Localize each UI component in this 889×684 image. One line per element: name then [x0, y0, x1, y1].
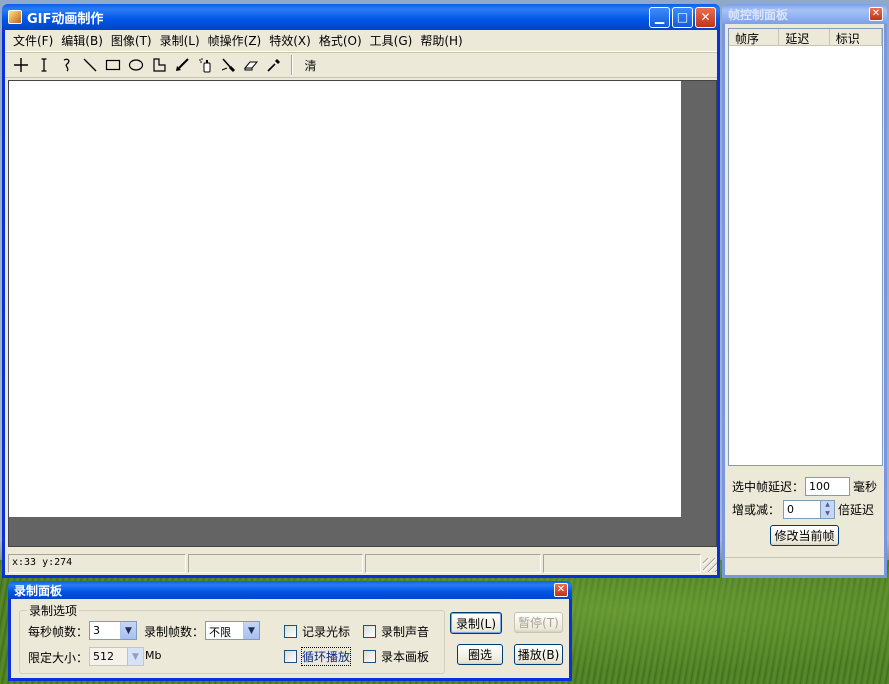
- rectangle-icon[interactable]: [101, 54, 124, 76]
- spin-down-icon[interactable]: ▼: [821, 510, 834, 519]
- delay-label: 选中帧延迟：: [732, 480, 805, 494]
- menu-frame-ops[interactable]: 帧操作(Z): [204, 32, 266, 49]
- column-frame-order[interactable]: 帧序: [729, 29, 780, 46]
- record-options-group: 录制选项 每秒帧数： 3 ▼ 录制帧数： 不限 ▼ 限定大小： 512 ▼ Mb…: [19, 602, 445, 674]
- checkbox-box[interactable]: [284, 650, 297, 663]
- main-titlebar[interactable]: GIF动画制作 ▁ □ ✕: [2, 4, 720, 30]
- text-cursor-icon[interactable]: [32, 54, 55, 76]
- size-limit-label: 限定大小：: [28, 651, 89, 665]
- adjust-row: 增或减： 0 ▲ ▼ 倍延迟: [732, 500, 874, 519]
- pencil-icon[interactable]: [170, 54, 193, 76]
- modify-current-frame-button[interactable]: 修改当前帧: [770, 525, 839, 546]
- adjust-unit: 倍延迟: [838, 503, 875, 517]
- record-this-canvas-checkbox[interactable]: 录本画板: [363, 648, 429, 665]
- frame-panel-title: 帧控制面板: [728, 7, 789, 22]
- column-delay[interactable]: 延迟: [779, 29, 830, 46]
- frame-count-label: 录制帧数：: [144, 625, 205, 639]
- eraser-brush-icon[interactable]: [216, 54, 239, 76]
- delay-row: 选中帧延迟： 100 毫秒: [732, 477, 877, 496]
- adjust-spinner[interactable]: ▲ ▼: [821, 500, 836, 519]
- spin-up-icon[interactable]: ▲: [821, 501, 834, 510]
- size-limit-select[interactable]: 512 ▼: [89, 647, 144, 666]
- size-limit-unit: Mb: [145, 649, 162, 662]
- frame-panel-titlebar[interactable]: 帧控制面板 ✕: [722, 4, 887, 24]
- crosshair-icon[interactable]: [9, 54, 32, 76]
- checkbox-box[interactable]: [363, 625, 376, 638]
- drawing-canvas[interactable]: [9, 81, 681, 517]
- record-options-label: 录制选项: [27, 602, 80, 619]
- pause-button[interactable]: 暂停(T): [514, 612, 563, 633]
- menu-tools[interactable]: 工具(G): [366, 32, 417, 49]
- checkbox-box[interactable]: [284, 625, 297, 638]
- adjust-label: 增或减：: [732, 503, 781, 517]
- menu-effects[interactable]: 特效(X): [265, 32, 315, 49]
- menu-bar: 文件(F) 编辑(B) 图像(T) 录制(L) 帧操作(Z) 特效(X) 格式(…: [5, 30, 717, 52]
- line-icon[interactable]: [78, 54, 101, 76]
- chevron-down-icon[interactable]: ▼: [243, 622, 259, 639]
- frame-panel-close-button[interactable]: ✕: [869, 7, 883, 21]
- eyedropper-icon[interactable]: [262, 54, 285, 76]
- main-window: GIF动画制作 ▁ □ ✕ 文件(F) 编辑(B) 图像(T) 录制(L) 帧操…: [2, 4, 720, 578]
- loop-play-label: 循环播放: [300, 647, 352, 666]
- frame-count-select[interactable]: 不限 ▼: [205, 621, 260, 640]
- maximize-button[interactable]: □: [672, 6, 693, 28]
- delay-unit: 毫秒: [853, 480, 878, 494]
- record-cursor-checkbox[interactable]: 记录光标: [284, 623, 350, 640]
- fps-value: 3: [93, 624, 100, 637]
- play-button[interactable]: 播放(B): [514, 644, 563, 665]
- resize-grip[interactable]: [703, 558, 717, 572]
- eraser-icon[interactable]: [239, 54, 262, 76]
- clear-button[interactable]: 清: [299, 54, 322, 76]
- app-icon: [8, 10, 22, 24]
- minimize-button[interactable]: ▁: [649, 6, 670, 28]
- delay-input[interactable]: 100: [805, 477, 851, 496]
- fps-label: 每秒帧数：: [28, 625, 89, 639]
- chevron-down-icon[interactable]: ▼: [127, 648, 143, 665]
- status-pane-4: [542, 554, 702, 573]
- spray-icon[interactable]: [193, 54, 216, 76]
- menu-file[interactable]: 文件(F): [9, 32, 57, 49]
- column-tag[interactable]: 标识: [830, 29, 882, 46]
- record-panel-titlebar[interactable]: 录制面板 ✕: [8, 581, 572, 599]
- size-limit-value: 512: [93, 650, 114, 663]
- fps-select[interactable]: 3 ▼: [89, 621, 137, 640]
- close-button[interactable]: ✕: [695, 6, 716, 28]
- work-area: [8, 80, 717, 547]
- checkbox-box[interactable]: [363, 650, 376, 663]
- record-panel-title: 录制面板: [14, 583, 63, 598]
- menu-edit[interactable]: 编辑(B): [57, 32, 107, 49]
- status-pane-3: [365, 554, 541, 573]
- status-bar: x:33 y:274: [8, 554, 717, 573]
- frame-count-value: 不限: [209, 626, 231, 639]
- drawing-toolbar: 清: [5, 52, 717, 78]
- loop-play-checkbox[interactable]: 循环播放: [284, 647, 352, 666]
- adjust-input[interactable]: 0: [783, 500, 822, 519]
- polygon-icon[interactable]: [147, 54, 170, 76]
- frame-control-panel: 帧控制面板 ✕ 帧序 延迟 标识 选中帧延迟： 100 毫秒 增或减： 0 ▲ ▼…: [722, 4, 887, 578]
- freehand-icon[interactable]: [55, 54, 78, 76]
- menu-image[interactable]: 图像(T): [107, 32, 156, 49]
- toolbar-separator: [291, 55, 293, 75]
- status-coordinates: x:33 y:274: [8, 554, 186, 573]
- chevron-down-icon[interactable]: ▼: [120, 622, 136, 639]
- record-panel: 录制面板 ✕ 录制选项 每秒帧数： 3 ▼ 录制帧数： 不限 ▼ 限定大小： 5…: [8, 581, 572, 681]
- menu-help[interactable]: 帮助(H): [416, 32, 466, 49]
- status-pane-2: [187, 554, 363, 573]
- ellipse-icon[interactable]: [124, 54, 147, 76]
- frame-panel-statusbar: [725, 557, 884, 575]
- record-button[interactable]: 录制(L): [450, 612, 502, 634]
- menu-format[interactable]: 格式(O): [315, 32, 366, 49]
- select-region-button[interactable]: 圈选: [457, 644, 503, 665]
- record-sound-checkbox[interactable]: 录制声音: [363, 623, 429, 640]
- record-panel-close-button[interactable]: ✕: [554, 583, 568, 597]
- menu-record[interactable]: 录制(L): [156, 32, 204, 49]
- record-cursor-label: 记录光标: [302, 625, 351, 639]
- record-sound-label: 录制声音: [381, 625, 430, 639]
- frame-list[interactable]: 帧序 延迟 标识: [728, 28, 883, 466]
- frame-list-header: 帧序 延迟 标识: [729, 29, 882, 46]
- window-title: GIF动画制作: [27, 11, 104, 27]
- record-this-canvas-label: 录本画板: [381, 650, 430, 664]
